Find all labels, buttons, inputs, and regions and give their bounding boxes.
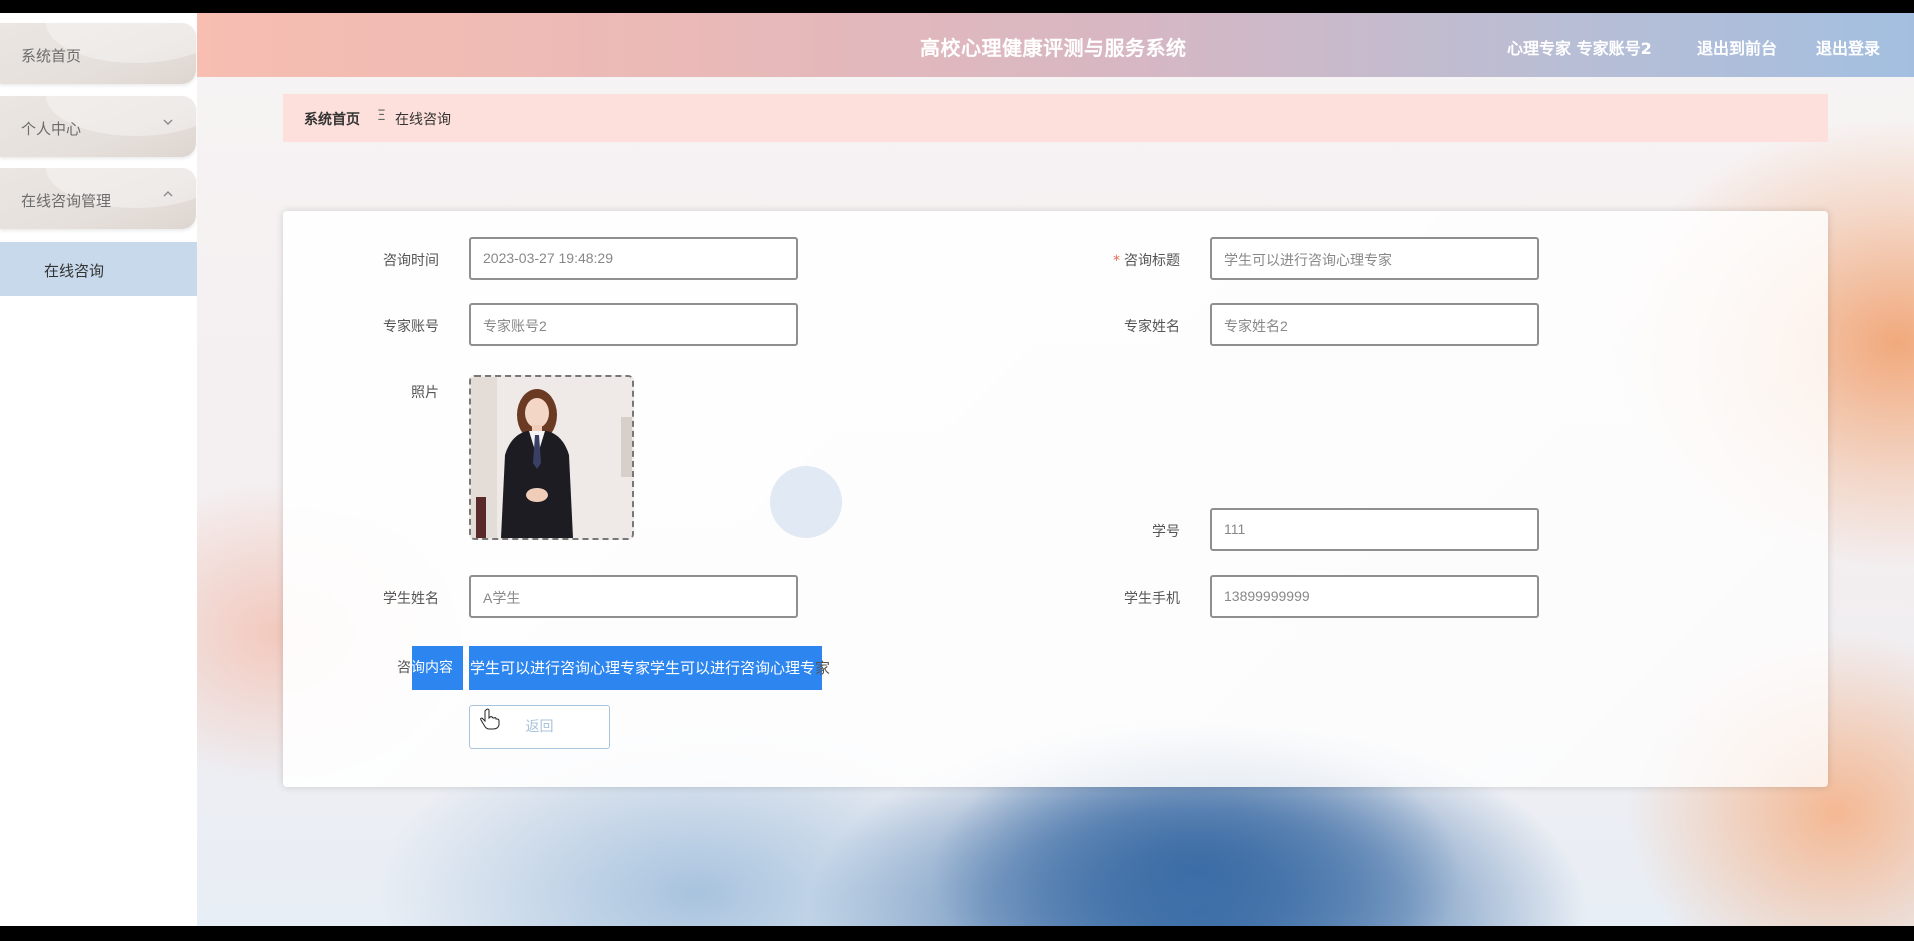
logout-link[interactable]: 退出登录 — [1816, 35, 1880, 59]
sidebar-subitem-label: 在线咨询 — [44, 262, 105, 280]
chevron-up-icon — [162, 188, 174, 204]
chevron-down-icon — [162, 116, 174, 132]
student-phone-label: 学生手机 — [1124, 591, 1180, 607]
hand-cursor-icon — [480, 708, 500, 730]
top-black-border — [0, 0, 1914, 13]
expert-name-label: 专家姓名 — [1124, 319, 1180, 335]
consult-content-value[interactable]: 学生可以进行咨询心理专家学生可以进行咨询心理专家 — [470, 657, 830, 678]
breadcrumb-current: 在线咨询 — [395, 112, 451, 128]
breadcrumb-home[interactable]: 系统首页 — [304, 109, 360, 129]
expert-account-label: 专家账号 — [383, 319, 439, 335]
sidebar-item-personal-center[interactable]: 个人中心 — [0, 96, 196, 157]
student-phone-field[interactable]: 13899999999 — [1210, 575, 1539, 618]
sidebar-item-label: 在线咨询管理 — [21, 192, 112, 210]
decorative-circle — [770, 466, 842, 538]
consult-content-label: 咨询内容 — [397, 660, 453, 676]
student-name-label: 学生姓名 — [383, 591, 439, 607]
bottom-black-border — [0, 926, 1914, 941]
expert-name-field[interactable]: 专家姓名2 — [1210, 303, 1539, 346]
exit-to-front-link[interactable]: 退出到前台 — [1697, 35, 1777, 59]
consult-detail-form: 咨询时间 2023-03-27 19:48:29 * 咨询标题 学生可以进行咨询心… — [283, 211, 1828, 787]
consult-time-label: 咨询时间 — [383, 253, 439, 269]
student-no-field[interactable]: 111 — [1210, 508, 1539, 551]
consult-title-label: * 咨询标题 — [1113, 253, 1180, 269]
sidebar: 系统首页 个人中心 在线咨询管理 在线咨询 — [0, 13, 197, 926]
sidebar-subitem-online-consult[interactable]: 在线咨询 — [0, 242, 197, 296]
sidebar-item-home[interactable]: 系统首页 — [0, 23, 196, 84]
student-no-label: 学号 — [1152, 524, 1180, 540]
main-area: 高校心理健康评测与服务系统 心理专家 专家账号2 退出到前台 退出登录 系统首页… — [197, 13, 1914, 926]
expert-account-field[interactable]: 专家账号2 — [469, 303, 798, 346]
breadcrumb-separator-icon: Ξ — [377, 108, 386, 124]
breadcrumb: 系统首页 Ξ 在线咨询 — [283, 94, 1828, 142]
sidebar-item-label: 个人中心 — [21, 120, 82, 138]
required-mark: * — [1113, 253, 1120, 269]
current-user: 心理专家 专家账号2 — [1507, 39, 1652, 58]
consult-title-field[interactable]: 学生可以进行咨询心理专家 — [1210, 237, 1539, 280]
sidebar-item-consult-management[interactable]: 在线咨询管理 — [0, 168, 196, 229]
student-name-field[interactable]: A学生 — [469, 575, 798, 618]
sidebar-item-label: 系统首页 — [21, 47, 82, 65]
consult-time-field[interactable]: 2023-03-27 19:48:29 — [469, 237, 798, 280]
expert-photo[interactable] — [469, 375, 634, 540]
header-bar: 高校心理健康评测与服务系统 心理专家 专家账号2 退出到前台 退出登录 — [197, 13, 1914, 77]
photo-label: 照片 — [411, 385, 439, 401]
